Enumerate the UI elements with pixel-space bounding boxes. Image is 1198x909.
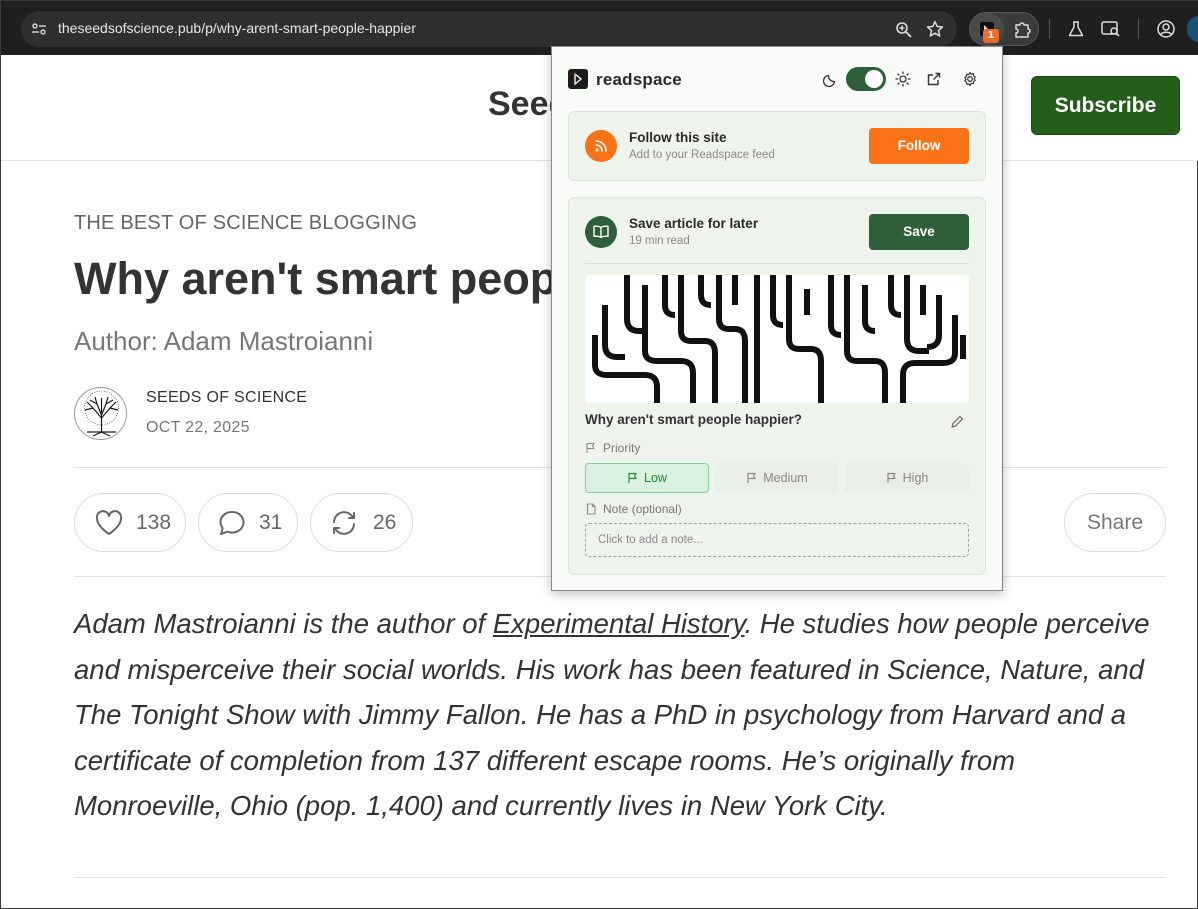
note-label: Note (optional) xyxy=(585,502,682,516)
comment-count: 31 xyxy=(259,510,283,534)
readspace-brand: readspace xyxy=(596,70,682,89)
share-button[interactable]: Share xyxy=(1064,493,1166,552)
priority-low-button[interactable]: Low xyxy=(585,463,709,493)
follow-subtitle: Add to your Readspace feed xyxy=(629,149,775,161)
save-button[interactable]: Save xyxy=(869,214,969,250)
read-time: 19 min read xyxy=(629,235,690,247)
flag-icon xyxy=(887,472,896,483)
side-panel-edge xyxy=(1187,16,1198,42)
readspace-popup: readspace Follow this site Add to your R… xyxy=(551,46,1003,591)
save-card: Save article for later 19 min read Save xyxy=(568,197,986,575)
rss-icon xyxy=(585,130,617,162)
theme-toggle[interactable] xyxy=(846,67,886,91)
branching-tree-illustration xyxy=(592,275,966,403)
like-button[interactable]: 138 xyxy=(74,493,186,552)
note-input[interactable]: Click to add a note... xyxy=(585,523,969,557)
flag-icon xyxy=(586,442,595,453)
bookmark-star-icon[interactable] xyxy=(925,19,945,39)
article-author: Author: Adam Mastroianni xyxy=(74,326,374,356)
author-bio: Adam Mastroianni is the author of Experi… xyxy=(74,608,1150,821)
publication-name[interactable]: SEEDS OF SCIENCE xyxy=(146,389,307,407)
experimental-history-link[interactable]: Experimental History xyxy=(493,608,745,639)
comment-bubble-icon xyxy=(217,509,247,537)
follow-button[interactable]: Follow xyxy=(869,128,969,164)
priority-medium-button[interactable]: Medium xyxy=(715,463,839,493)
subscribe-button[interactable]: Subscribe xyxy=(1031,76,1180,135)
priority-high-button[interactable]: High xyxy=(845,463,969,493)
publication-avatar[interactable] xyxy=(74,387,127,440)
extension-badge: 1 xyxy=(983,29,999,43)
site-info-icon[interactable] xyxy=(30,20,48,38)
extensions-puzzle-icon[interactable] xyxy=(1012,18,1034,40)
settings-gear-icon[interactable] xyxy=(961,70,979,88)
restack-count: 26 xyxy=(373,510,397,534)
pencil-edit-icon[interactable] xyxy=(949,414,965,430)
moon-icon xyxy=(822,71,838,87)
save-title: Save article for later xyxy=(629,216,759,231)
note-file-icon xyxy=(586,503,596,515)
follow-title: Follow this site xyxy=(629,130,727,145)
divider xyxy=(74,877,1166,878)
article-kicker: THE BEST OF SCIENCE BLOGGING xyxy=(74,212,418,234)
address-bar[interactable]: theseedsofscience.pub/p/why-arent-smart-… xyxy=(21,11,957,47)
comment-button[interactable]: 31 xyxy=(198,493,298,552)
article-thumbnail xyxy=(585,275,969,403)
sun-icon xyxy=(894,70,912,88)
toolbar-separator xyxy=(1049,19,1050,39)
saved-article-title: Why aren't smart people happier? xyxy=(585,412,803,427)
zoom-icon[interactable] xyxy=(893,19,913,39)
tree-logo-icon xyxy=(84,390,119,437)
follow-card: Follow this site Add to your Readspace f… xyxy=(568,111,986,181)
restack-icon xyxy=(329,509,359,537)
toolbar-separator xyxy=(1138,19,1139,39)
toggle-knob xyxy=(865,70,883,88)
labs-flask-icon[interactable] xyxy=(1065,18,1087,40)
like-count: 138 xyxy=(136,510,172,534)
book-open-icon xyxy=(585,216,617,248)
open-external-icon[interactable] xyxy=(925,70,943,88)
card-divider xyxy=(585,263,969,264)
flag-icon xyxy=(628,472,637,483)
tab-search-icon[interactable] xyxy=(1100,18,1122,40)
restack-button[interactable]: 26 xyxy=(310,493,413,552)
profile-icon[interactable] xyxy=(1155,18,1177,40)
heart-icon xyxy=(94,509,124,536)
url-text[interactable]: theseedsofscience.pub/p/why-arent-smart-… xyxy=(58,20,416,36)
flag-icon xyxy=(747,472,756,483)
priority-label: Priority xyxy=(585,441,640,455)
publish-date: OCT 22, 2025 xyxy=(146,419,250,436)
readspace-logo-icon xyxy=(568,69,588,89)
